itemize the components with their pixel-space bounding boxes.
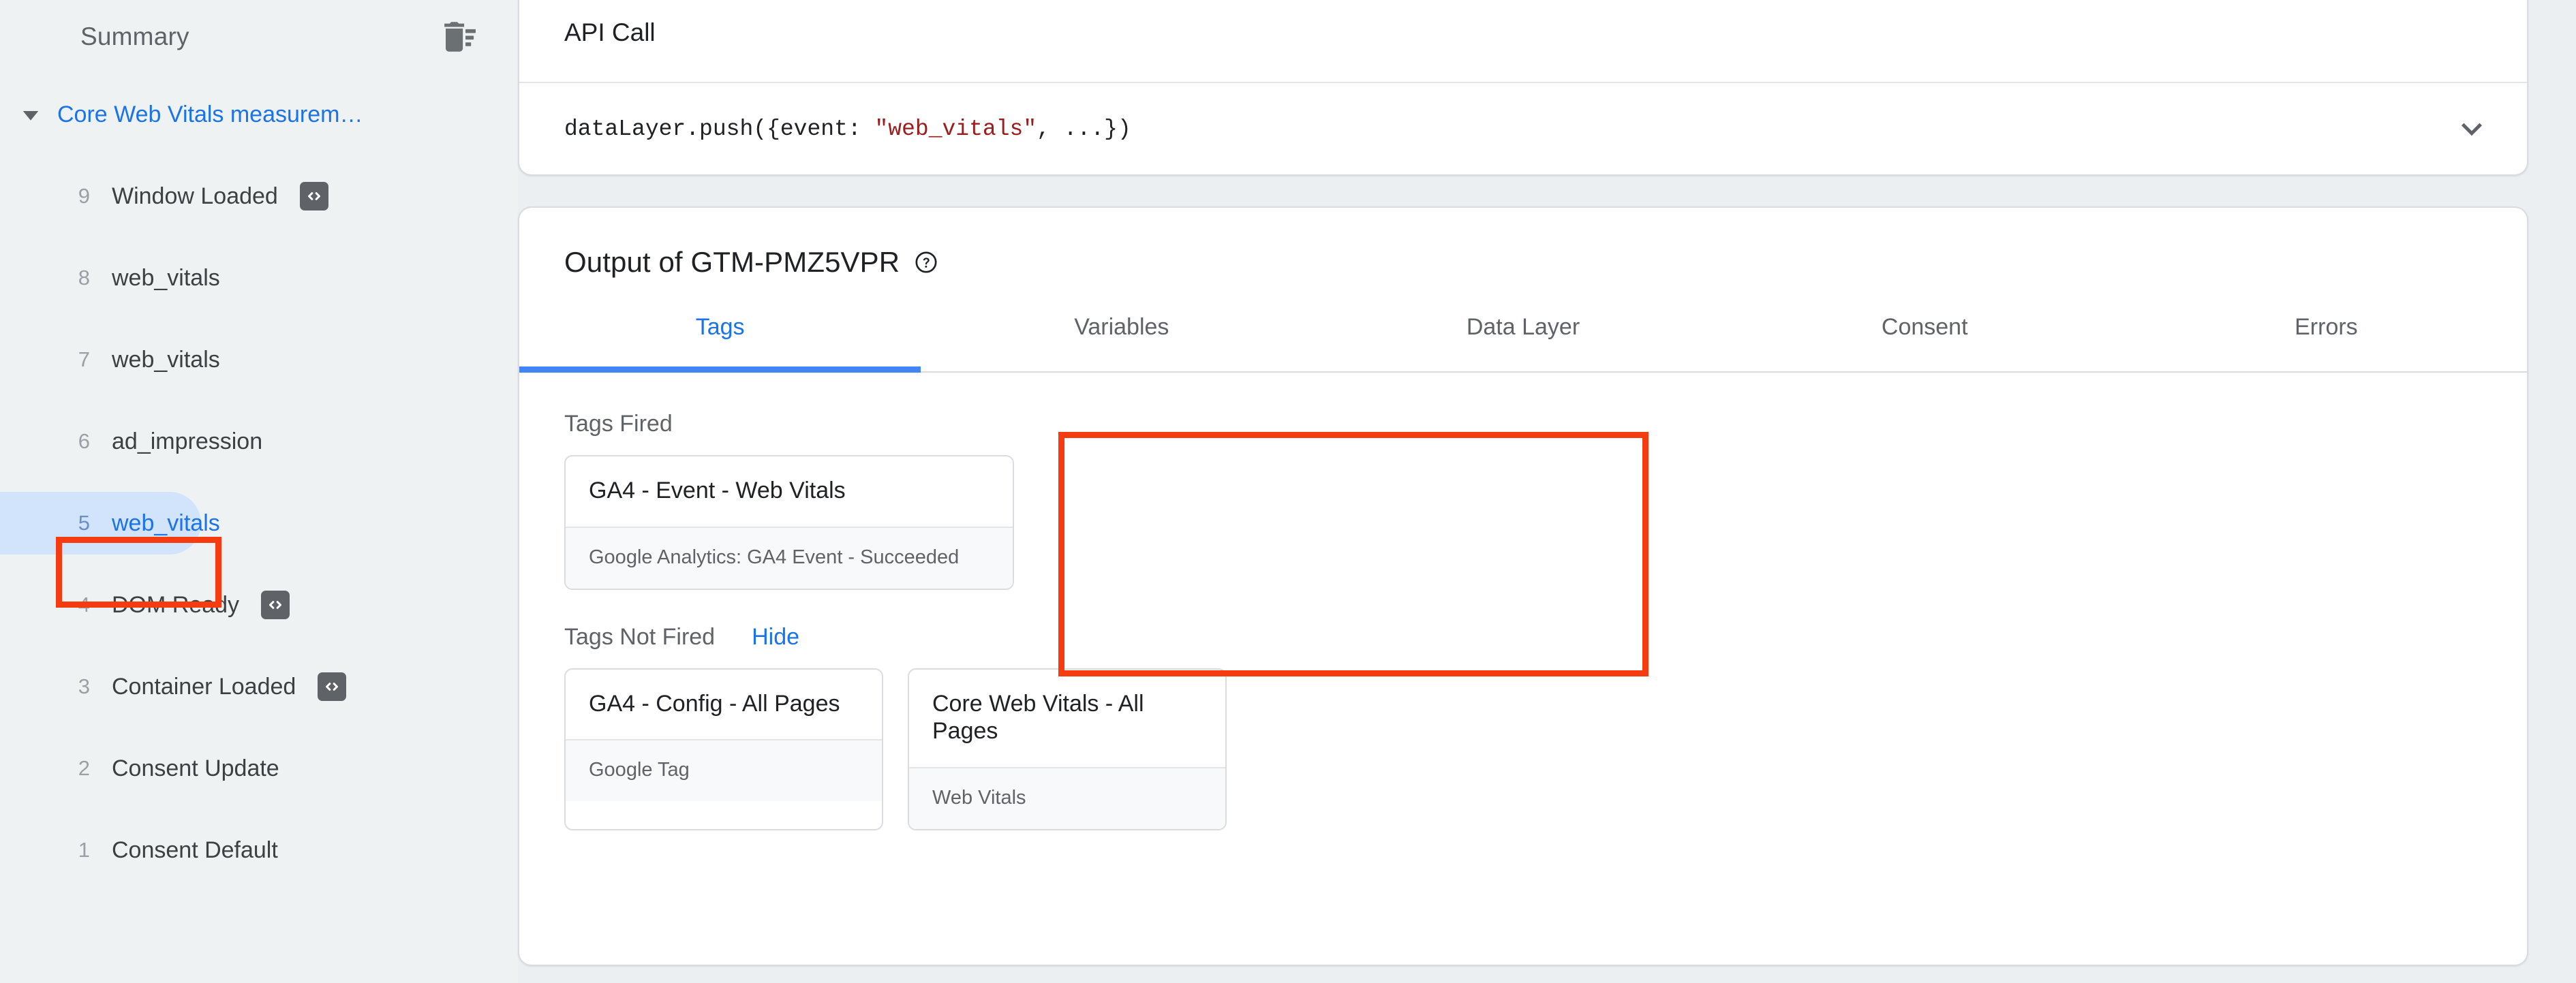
tags-panel: Tags Fired GA4 - Event - Web Vitals Googl… xyxy=(519,373,2527,830)
page-title: Summary xyxy=(80,22,189,50)
event-name: Consent Update xyxy=(112,755,279,781)
tab-consent[interactable]: Consent xyxy=(1724,309,2126,371)
event-row[interactable]: 9 Window Loaded xyxy=(0,155,518,237)
sidebar-header: Summary xyxy=(0,0,518,74)
sidebar-group-core-web-vitals[interactable]: Core Web Vitals measurem… xyxy=(0,74,518,155)
code-icon[interactable] xyxy=(261,591,290,619)
output-title: Output of GTM-PMZ5VPR xyxy=(564,246,900,278)
tag-status: Google Tag xyxy=(566,739,882,802)
code-icon[interactable] xyxy=(299,182,328,210)
event-row[interactable]: 3 Container Loaded xyxy=(0,646,518,728)
event-row[interactable]: 6 ad_impression xyxy=(0,401,518,482)
event-row[interactable]: 2 Consent Update xyxy=(0,728,518,809)
main-panel: API Call dataLayer.push({event: "web_vit… xyxy=(518,0,2576,983)
tags-not-fired-title: Tags Not Fired xyxy=(564,623,716,650)
tags-fired-header: Tags Fired xyxy=(564,411,2527,437)
tag-status: Web Vitals xyxy=(909,767,1225,829)
event-name: web_vitals xyxy=(112,264,220,291)
event-index: 9 xyxy=(78,184,90,208)
event-index: 8 xyxy=(78,266,90,290)
event-row[interactable]: 4 DOM Ready xyxy=(0,564,518,646)
chevron-down-icon[interactable] xyxy=(2456,113,2487,144)
tab-variables[interactable]: Variables xyxy=(921,309,1322,371)
tab-data-layer[interactable]: Data Layer xyxy=(1322,309,1723,371)
event-index: 1 xyxy=(78,838,90,862)
api-call-code: dataLayer.push({event: "web_vitals", ...… xyxy=(564,116,1131,142)
tag-card[interactable]: GA4 - Config - All Pages Google Tag xyxy=(564,668,883,830)
event-index: 4 xyxy=(78,593,90,617)
tags-not-fired-header: Tags Not Fired Hide xyxy=(564,624,2527,651)
tag-name: GA4 - Config - All Pages xyxy=(589,690,840,717)
event-name: DOM Ready xyxy=(112,591,240,618)
output-header: Output of GTM-PMZ5VPR xyxy=(519,208,2527,279)
tag-name: Core Web Vitals - All Pages xyxy=(932,690,1144,745)
gtm-preview-screen: Summary Core Web Vitals measurem… 9 Windo… xyxy=(0,0,2576,983)
event-row[interactable]: 8 web_vitals xyxy=(0,237,518,319)
tag-card[interactable]: GA4 - Event - Web Vitals Google Analytics… xyxy=(564,455,1014,590)
event-name: Window Loaded xyxy=(112,183,278,209)
api-call-card: API Call dataLayer.push({event: "web_vit… xyxy=(518,0,2528,176)
tag-name: GA4 - Event - Web Vitals xyxy=(589,478,846,503)
tab-tags[interactable]: Tags xyxy=(519,309,921,373)
sidebar-group-label: Core Web Vitals measurem… xyxy=(57,101,363,127)
code-string-literal: "web_vitals" xyxy=(874,116,1037,142)
code-icon[interactable] xyxy=(318,672,347,701)
event-name: Container Loaded xyxy=(112,673,296,700)
tags-not-fired-list: GA4 - Config - All Pages Google Tag Core W… xyxy=(564,668,2527,830)
code-suffix: , ...}) xyxy=(1037,116,1131,142)
event-row[interactable]: 5 web_vitals xyxy=(0,482,518,564)
tags-not-fired-toggle[interactable]: Hide xyxy=(752,624,799,651)
event-index: 2 xyxy=(78,756,90,780)
caret-down-icon[interactable] xyxy=(20,104,41,125)
help-circle-icon[interactable] xyxy=(915,251,938,274)
api-call-header: API Call xyxy=(519,0,2527,82)
event-name: Consent Default xyxy=(112,837,278,863)
event-name: web_vitals xyxy=(112,346,220,373)
trash-list-icon[interactable] xyxy=(436,20,476,54)
event-name: ad_impression xyxy=(112,428,263,454)
code-prefix: dataLayer.push({event: xyxy=(564,116,875,142)
tags-fired-title: Tags Fired xyxy=(564,411,673,437)
event-index: 5 xyxy=(78,511,90,535)
event-index: 7 xyxy=(78,347,90,371)
event-sidebar: Summary Core Web Vitals measurem… 9 Windo… xyxy=(0,0,518,983)
event-name: web_vitals xyxy=(112,510,220,536)
output-tabs: Tags Variables Data Layer Consent Errors xyxy=(519,309,2527,373)
event-index: 6 xyxy=(78,429,90,453)
event-row[interactable]: 1 Consent Default xyxy=(0,809,518,891)
api-call-body[interactable]: dataLayer.push({event: "web_vitals", ...… xyxy=(519,82,2527,174)
api-call-title: API Call xyxy=(564,18,656,46)
event-row[interactable]: 7 web_vitals xyxy=(0,319,518,401)
tag-status: Google Analytics: GA4 Event - Succeeded xyxy=(566,526,1013,589)
tag-card[interactable]: Core Web Vitals - All Pages Web Vitals xyxy=(908,668,1227,830)
tab-errors[interactable]: Errors xyxy=(2126,309,2527,371)
event-list: 9 Window Loaded 8 web_vitals 7 web_vitals 6 ad_… xyxy=(0,155,518,891)
event-index: 3 xyxy=(78,674,90,698)
output-card: Output of GTM-PMZ5VPR Tags Variables Data … xyxy=(518,206,2528,966)
tags-fired-list: GA4 - Event - Web Vitals Google Analytics… xyxy=(564,455,2527,590)
